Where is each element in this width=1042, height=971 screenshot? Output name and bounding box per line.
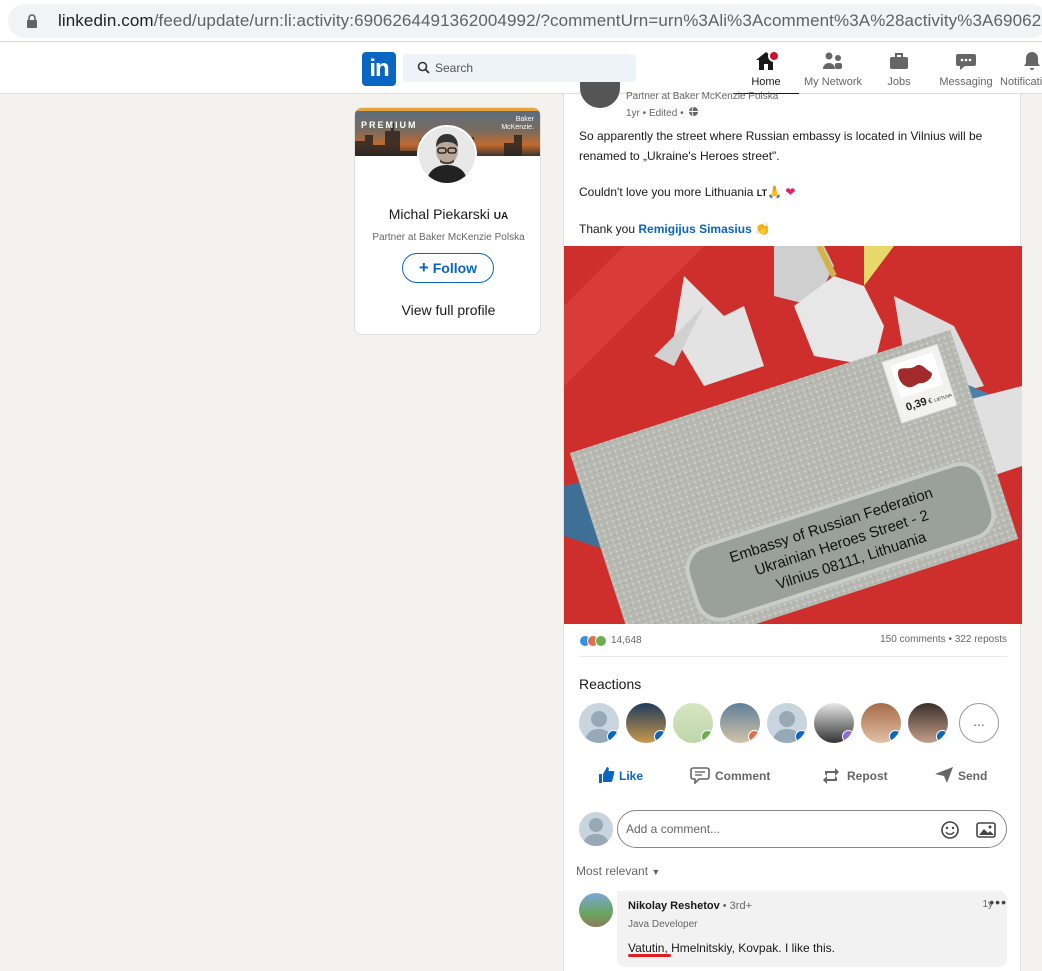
reactor-avatar[interactable]: [814, 703, 854, 743]
commenter-avatar[interactable]: [579, 893, 613, 927]
top-navigation: in Search Home My Network Jobs Messaging…: [0, 42, 1042, 95]
search-input[interactable]: Search: [403, 54, 636, 82]
post-text-line2: Couldn't love you more Lithuania LT🙏 ❤: [579, 185, 796, 199]
post-actions: Like Comment Repost Send: [579, 764, 1009, 790]
nav-messaging[interactable]: Messaging: [936, 48, 996, 92]
post-meta: 1yr • Edited •: [626, 106, 699, 119]
plus-icon: +: [418, 258, 429, 277]
comment-item: Nikolay Reshetov • 3rd+ 1y ••• Java Deve…: [579, 891, 1009, 971]
comment-bubble: Nikolay Reshetov • 3rd+ 1y ••• Java Deve…: [617, 891, 1007, 967]
author-name[interactable]: Michal Piekarski UA: [355, 206, 540, 222]
flag-label: UA: [493, 211, 509, 222]
post-card: Partner at Baker McKenzie Polska 1yr • E…: [563, 82, 1022, 971]
author-avatar[interactable]: [417, 125, 477, 185]
mention-link[interactable]: Remigijus Simasius: [638, 222, 751, 236]
post-author-subtitle: Partner at Baker McKenzie Polska: [626, 91, 779, 102]
current-user-avatar: [579, 812, 613, 846]
nav-my-network[interactable]: My Network: [800, 48, 866, 92]
bell-icon: [1024, 52, 1040, 70]
reactor-avatar[interactable]: [720, 703, 760, 743]
lock-icon: [27, 14, 37, 28]
send-button[interactable]: Send: [934, 764, 1004, 788]
image-icon[interactable]: [976, 821, 996, 839]
search-placeholder: Search: [435, 61, 474, 75]
post-image[interactable]: 0,39 € LIETUVA Embassy of Russian Federa…: [564, 246, 1022, 624]
reactor-avatar[interactable]: [767, 703, 807, 743]
nav-messaging-label: Messaging: [939, 76, 993, 88]
reactor-avatar[interactable]: [861, 703, 901, 743]
nav-home[interactable]: Home: [733, 48, 799, 95]
commenter-name[interactable]: Nikolay Reshetov • 3rd+: [628, 900, 752, 912]
network-icon: [823, 52, 842, 69]
post-text-line3: Thank you Remigijus Simasius 👏: [579, 222, 771, 236]
send-icon: [935, 767, 953, 783]
premium-badge: PREMIUM: [361, 120, 418, 130]
nav-my-network-label: My Network: [803, 76, 863, 88]
comment-button[interactable]: Comment: [690, 764, 780, 788]
reaction-icons[interactable]: [579, 634, 611, 648]
search-icon: [417, 61, 430, 74]
heart-emoji: ❤: [785, 185, 796, 199]
red-annotation-underline: [628, 954, 671, 957]
praying-hands-emoji: 🙏: [767, 185, 783, 199]
more-options-icon[interactable]: •••: [989, 894, 1007, 910]
social-counts: 14,648 150 comments • 322 reposts: [579, 634, 1007, 650]
like-icon: [599, 767, 615, 783]
comment-icon: [690, 767, 710, 784]
linkedin-logo[interactable]: in: [362, 52, 396, 86]
notification-dot: [768, 50, 780, 62]
comment-text: Vatutin, Hmelnitskiy, Kovpak. I like thi…: [628, 941, 835, 955]
reactions-heading: Reactions: [579, 676, 642, 692]
comment-placeholder: Add a comment...: [626, 822, 721, 836]
caret-down-icon: ▼: [651, 867, 661, 877]
divider: [579, 656, 1007, 657]
follow-label: Follow: [432, 260, 478, 276]
briefcase-icon: [890, 53, 908, 69]
envelope-photo: 0,39 € LIETUVA Embassy of Russian Federa…: [564, 246, 1022, 624]
add-comment-row: Add a comment...: [579, 810, 1009, 850]
repost-button[interactable]: Repost: [821, 764, 901, 788]
reaction-count[interactable]: 14,648: [611, 635, 642, 646]
comment-input[interactable]: Add a comment...: [617, 810, 1007, 848]
reactor-avatar[interactable]: [626, 703, 666, 743]
post-author-avatar[interactable]: [580, 82, 620, 108]
reactor-avatar[interactable]: [579, 703, 619, 743]
view-full-profile-link[interactable]: View full profile: [355, 302, 540, 318]
globe-icon: [689, 106, 699, 117]
address-field[interactable]: linkedin.com/feed/update/urn:li:activity…: [8, 4, 1042, 38]
messaging-icon: [956, 54, 976, 70]
person-photo: [419, 127, 475, 183]
post-text-line1: So apparently the street where Russian e…: [579, 129, 983, 163]
more-reactors-button[interactable]: ...: [959, 703, 999, 743]
connection-degree: • 3rd+: [722, 900, 752, 912]
nav-jobs-label: Jobs: [887, 76, 911, 88]
like-button[interactable]: Like: [597, 764, 657, 788]
default-person-icon: [583, 818, 609, 846]
comments-reposts-count[interactable]: 150 comments • 322 reposts: [880, 634, 1007, 645]
nav-notifications[interactable]: Notificati: [1000, 48, 1042, 92]
browser-url-bar: linkedin.com/feed/update/urn:li:activity…: [0, 0, 1042, 42]
nav-notifications-label: Notificati: [1000, 76, 1042, 88]
sort-dropdown[interactable]: Most relevant ▼: [576, 864, 660, 878]
clap-emoji: 👏: [755, 222, 771, 236]
repost-icon: [823, 768, 839, 784]
reactor-avatar[interactable]: [673, 703, 713, 743]
author-profile-card: PREMIUM Baker McKenzie. Michal Piekarski…: [354, 107, 541, 335]
nav-jobs[interactable]: Jobs: [876, 48, 922, 92]
reactor-avatar[interactable]: [908, 703, 948, 743]
follow-button[interactable]: + Follow: [402, 253, 494, 283]
emoji-icon[interactable]: [940, 820, 960, 840]
nav-home-label: Home: [751, 76, 781, 88]
author-title: Partner at Baker McKenzie Polska: [372, 232, 525, 243]
commenter-headline: Java Developer: [628, 919, 698, 930]
banner-brand: Baker McKenzie.: [501, 116, 534, 131]
url-text: linkedin.com/feed/update/urn:li:activity…: [58, 11, 1042, 30]
lt-flag-label: LT: [756, 188, 768, 198]
